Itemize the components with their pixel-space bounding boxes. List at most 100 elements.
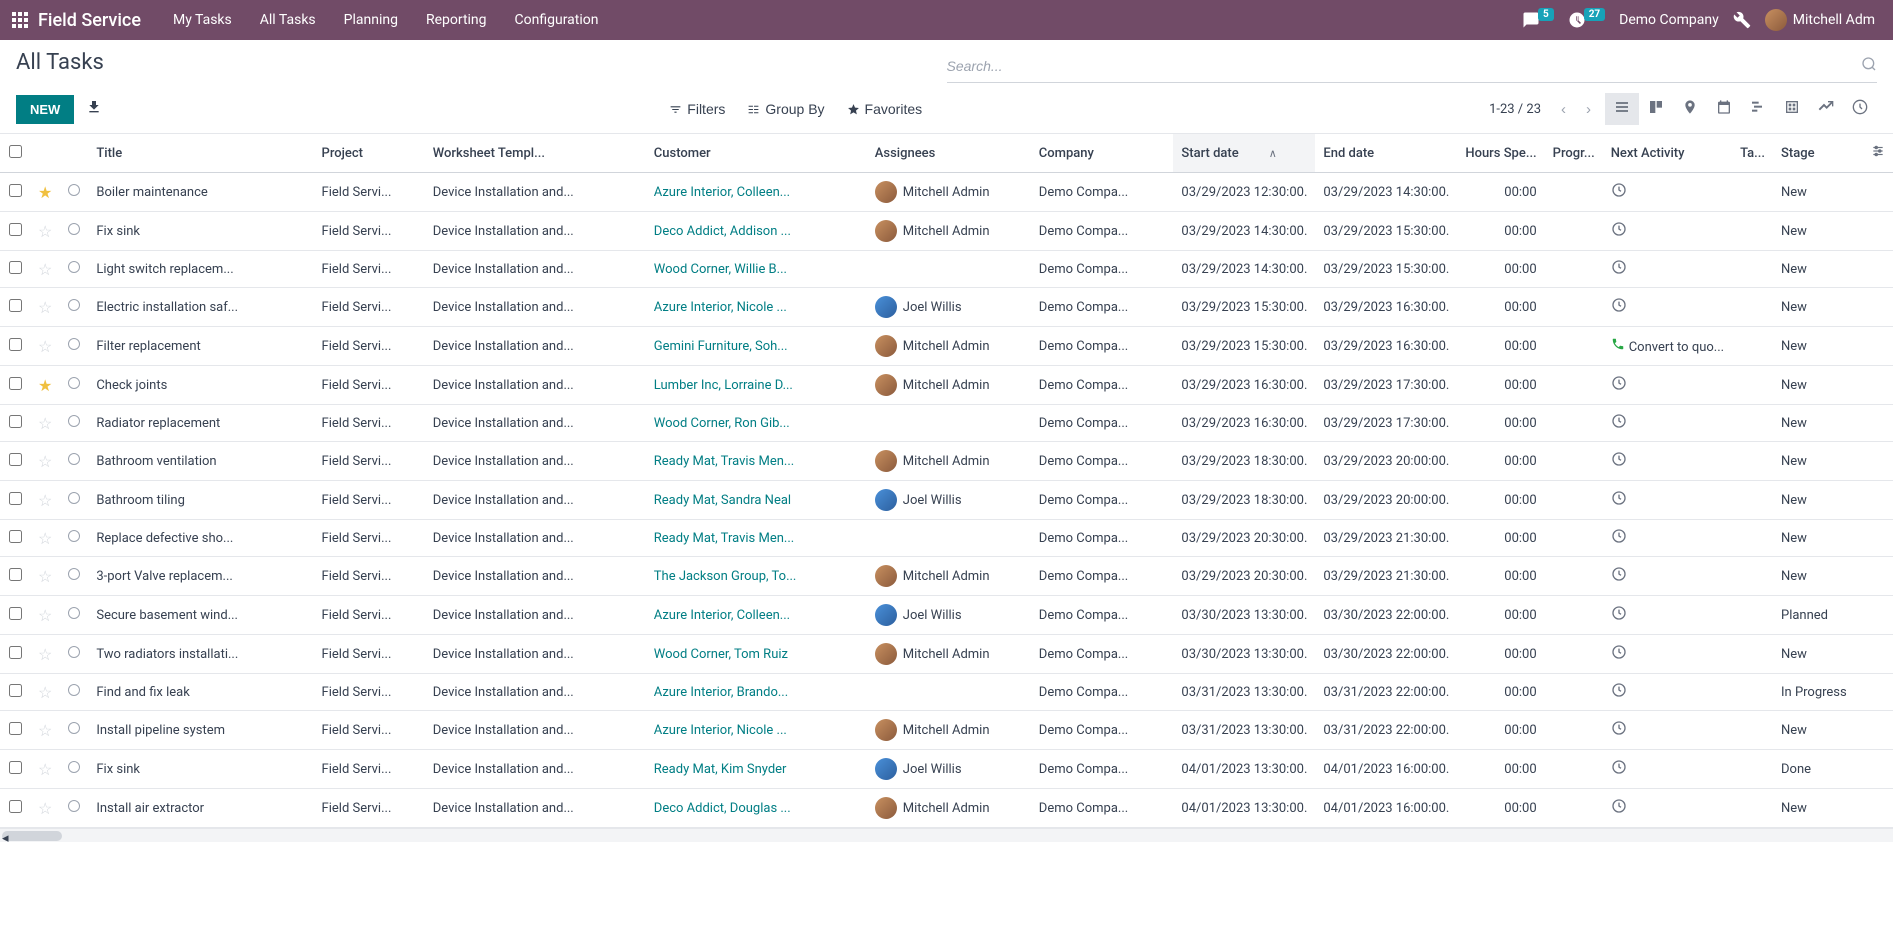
clock-icon[interactable] xyxy=(1611,760,1627,779)
clock-icon[interactable] xyxy=(1611,799,1627,818)
clock-icon[interactable] xyxy=(1611,529,1627,548)
col-stage[interactable]: Stage xyxy=(1773,134,1863,173)
star-icon[interactable]: ☆ xyxy=(38,414,52,433)
table-row[interactable]: ☆ Install air extractor Field Servi... D… xyxy=(0,789,1893,828)
col-company[interactable]: Company xyxy=(1031,134,1174,173)
col-title[interactable]: Title xyxy=(88,134,313,173)
clock-icon[interactable] xyxy=(1611,376,1627,395)
clock-icon[interactable] xyxy=(1611,452,1627,471)
table-row[interactable]: ★ Check joints Field Servi... Device Ins… xyxy=(0,366,1893,405)
priority-circle[interactable] xyxy=(68,261,80,273)
clock-icon[interactable] xyxy=(1611,183,1627,202)
pager[interactable]: 1-23 / 23 xyxy=(1489,102,1541,117)
menu-my-tasks[interactable]: My Tasks xyxy=(159,2,246,38)
horizontal-scrollbar[interactable]: ◂ xyxy=(0,828,1893,842)
star-icon[interactable]: ☆ xyxy=(38,529,52,548)
priority-circle[interactable] xyxy=(68,453,80,465)
row-checkbox[interactable] xyxy=(9,261,22,274)
view-calendar[interactable] xyxy=(1707,93,1741,125)
cell-customer[interactable]: Wood Corner, Ron Gib... xyxy=(646,405,867,442)
col-project[interactable]: Project xyxy=(314,134,425,173)
star-icon[interactable]: ☆ xyxy=(38,721,52,740)
col-assignees[interactable]: Assignees xyxy=(867,134,1031,173)
new-button[interactable]: New xyxy=(16,95,74,124)
col-progress[interactable]: Progr... xyxy=(1545,134,1603,173)
row-checkbox[interactable] xyxy=(9,568,22,581)
priority-circle[interactable] xyxy=(68,492,80,504)
star-icon[interactable]: ☆ xyxy=(38,298,52,317)
cell-customer[interactable]: Ready Mat, Travis Men... xyxy=(646,520,867,557)
priority-circle[interactable] xyxy=(68,415,80,427)
optional-fields-icon[interactable] xyxy=(1871,146,1885,162)
row-checkbox[interactable] xyxy=(9,722,22,735)
clock-icon[interactable] xyxy=(1611,414,1627,433)
menu-planning[interactable]: Planning xyxy=(330,2,412,38)
pager-next[interactable]: › xyxy=(1580,98,1597,121)
cell-customer[interactable]: Ready Mat, Kim Snyder xyxy=(646,750,867,789)
app-title[interactable]: Field Service xyxy=(38,10,141,31)
star-icon[interactable]: ★ xyxy=(38,376,52,395)
table-row[interactable]: ☆ Secure basement wind... Field Servi...… xyxy=(0,596,1893,635)
table-row[interactable]: ☆ Radiator replacement Field Servi... De… xyxy=(0,405,1893,442)
row-checkbox[interactable] xyxy=(9,377,22,390)
cell-customer[interactable]: Gemini Furniture, Soh... xyxy=(646,327,867,366)
col-settings[interactable] xyxy=(1863,134,1893,173)
row-checkbox[interactable] xyxy=(9,761,22,774)
menu-reporting[interactable]: Reporting xyxy=(412,2,501,38)
cell-customer[interactable]: Ready Mat, Travis Men... xyxy=(646,442,867,481)
menu-configuration[interactable]: Configuration xyxy=(501,2,613,38)
clock-icon[interactable] xyxy=(1611,606,1627,625)
star-icon[interactable]: ☆ xyxy=(38,683,52,702)
cell-customer[interactable]: Azure Interior, Nicole ... xyxy=(646,711,867,750)
table-row[interactable]: ☆ Electric installation saf... Field Ser… xyxy=(0,288,1893,327)
star-icon[interactable]: ☆ xyxy=(38,452,52,471)
groupby-button[interactable]: Group By xyxy=(747,101,824,117)
cell-customer[interactable]: Wood Corner, Tom Ruiz xyxy=(646,635,867,674)
star-icon[interactable]: ☆ xyxy=(38,760,52,779)
cell-customer[interactable]: Lumber Inc, Lorraine D... xyxy=(646,366,867,405)
priority-circle[interactable] xyxy=(68,761,80,773)
star-icon[interactable]: ☆ xyxy=(38,645,52,664)
row-checkbox[interactable] xyxy=(9,684,22,697)
company-name[interactable]: Demo Company xyxy=(1619,12,1719,28)
cell-customer[interactable]: Deco Addict, Douglas ... xyxy=(646,789,867,828)
priority-circle[interactable] xyxy=(68,684,80,696)
priority-circle[interactable] xyxy=(68,646,80,658)
star-icon[interactable]: ☆ xyxy=(38,222,52,241)
row-checkbox[interactable] xyxy=(9,453,22,466)
priority-circle[interactable] xyxy=(68,184,80,196)
table-row[interactable]: ☆ Bathroom ventilation Field Servi... De… xyxy=(0,442,1893,481)
table-row[interactable]: ☆ Bathroom tiling Field Servi... Device … xyxy=(0,481,1893,520)
table-row[interactable]: ☆ Fix sink Field Servi... Device Install… xyxy=(0,212,1893,251)
cell-customer[interactable]: Azure Interior, Colleen... xyxy=(646,596,867,635)
clock-icon[interactable] xyxy=(1611,683,1627,702)
cell-customer[interactable]: Deco Addict, Addison ... xyxy=(646,212,867,251)
col-customer[interactable]: Customer xyxy=(646,134,867,173)
cell-customer[interactable]: Wood Corner, Willie B... xyxy=(646,251,867,288)
row-checkbox[interactable] xyxy=(9,530,22,543)
row-checkbox[interactable] xyxy=(9,492,22,505)
cell-customer[interactable]: Azure Interior, Nicole ... xyxy=(646,288,867,327)
clock-icon[interactable] xyxy=(1611,491,1627,510)
filters-button[interactable]: Filters xyxy=(669,101,725,117)
priority-circle[interactable] xyxy=(68,299,80,311)
row-checkbox[interactable] xyxy=(9,800,22,813)
col-start-date[interactable]: Start date∧ xyxy=(1173,134,1315,173)
search-input[interactable] xyxy=(947,54,1862,78)
search-icon[interactable] xyxy=(1861,56,1877,76)
priority-circle[interactable] xyxy=(68,800,80,812)
col-end-date[interactable]: End date xyxy=(1315,134,1457,173)
favorites-button[interactable]: Favorites xyxy=(847,101,923,117)
table-row[interactable]: ☆ Two radiators installati... Field Serv… xyxy=(0,635,1893,674)
star-icon[interactable]: ☆ xyxy=(38,491,52,510)
table-row[interactable]: ☆ Find and fix leak Field Servi... Devic… xyxy=(0,674,1893,711)
priority-circle[interactable] xyxy=(68,377,80,389)
row-checkbox[interactable] xyxy=(9,338,22,351)
col-tags[interactable]: Ta... xyxy=(1732,134,1773,173)
view-graph[interactable] xyxy=(1809,93,1843,125)
row-checkbox[interactable] xyxy=(9,223,22,236)
view-kanban[interactable] xyxy=(1639,93,1673,125)
table-row[interactable]: ☆ Filter replacement Field Servi... Devi… xyxy=(0,327,1893,366)
debug-icon[interactable] xyxy=(1733,11,1751,29)
view-activity[interactable] xyxy=(1843,93,1877,125)
